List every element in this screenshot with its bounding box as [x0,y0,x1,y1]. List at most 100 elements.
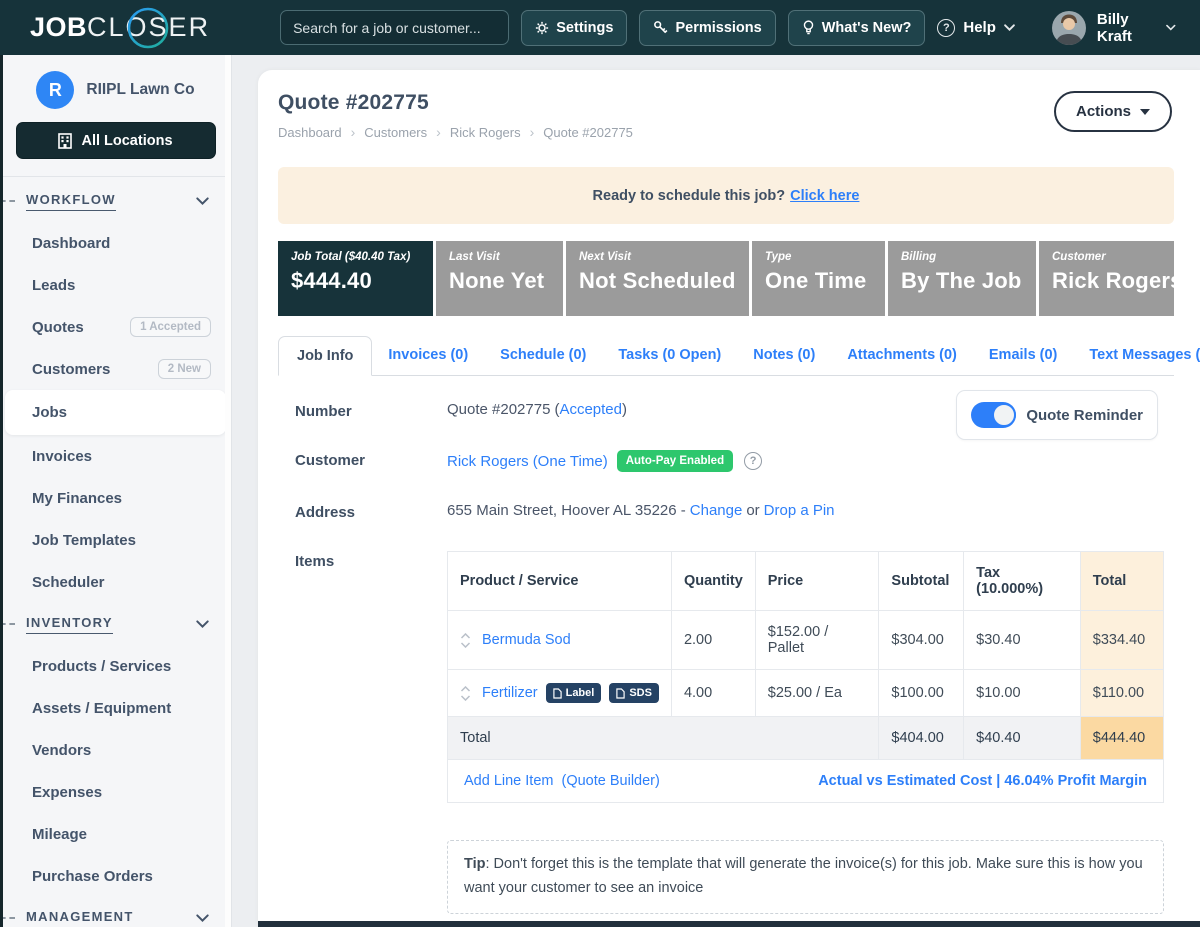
schedule-banner: Ready to schedule this job? Click here [278,167,1174,224]
user-menu[interactable]: Billy Kraft [1097,11,1176,45]
table-row: Bermuda Sod 2.00 $152.00 / Pallet $304.0… [448,611,1164,670]
breadcrumb: Dashboard Customers Rick Rogers Quote #2… [278,124,633,140]
tab-bar: Job Info Invoices (0) Schedule (0) Tasks… [278,336,1174,376]
banner-text: Ready to schedule this job? [593,188,786,204]
whats-new-button[interactable]: What's New? [788,10,926,46]
sidebar-item-job-templates[interactable]: Job Templates [0,519,231,561]
badge-label: Label [566,687,595,699]
help-menu[interactable]: ? Help [937,19,1015,37]
sidebar-item-quotes[interactable]: Quotes1 Accepted [0,306,231,348]
sidebar-scrollbar[interactable] [225,55,231,927]
actual-vs-estimated-cost-link[interactable]: Actual vs Estimated Cost | 46.04% Profit… [818,773,1147,789]
horizontal-scrollbar[interactable] [258,921,1200,927]
section-label: INVENTORY [26,615,113,634]
item-label: Scheduler [32,574,105,591]
stat-value: Not Scheduled [579,268,736,294]
customer-type-link[interactable]: (One Time) [533,453,608,470]
tab-attachments[interactable]: Attachments (0) [831,336,973,375]
section-label: MANAGEMENT [26,909,134,927]
product-link[interactable]: Bermuda Sod [482,632,571,648]
settings-button[interactable]: Settings [521,10,627,46]
quantity-cell: 4.00 [671,670,755,717]
tab-tasks[interactable]: Tasks (0 Open) [602,336,737,375]
customer-row: Customer Rick Rogers (One Time) Auto-Pay… [278,435,1186,487]
totals-tax: $40.40 [964,717,1081,760]
totals-row: Total $404.00 $40.40 $444.40 [448,717,1164,760]
chevron-down-icon [196,197,209,205]
key-icon [653,20,668,35]
add-line-item-link[interactable]: Add Line Item [464,773,553,789]
company-name: RIIPL Lawn Co [86,81,194,99]
toggle-knob [992,403,1016,427]
sidebar-item-purchase-orders[interactable]: Purchase Orders [0,855,231,897]
sidebar-section-inventory[interactable]: INVENTORY [0,603,231,645]
sds-document-badge[interactable]: SDS [609,683,659,703]
user-avatar[interactable] [1052,11,1086,45]
stat-label: Last Visit [449,251,550,263]
sidebar-item-jobs[interactable]: Jobs [5,390,226,435]
tab-emails[interactable]: Emails (0) [973,336,1074,375]
tab-job-info[interactable]: Job Info [278,336,372,376]
reorder-handle[interactable] [460,633,471,648]
sidebar-item-dashboard[interactable]: Dashboard [0,222,231,264]
sidebar-item-invoices[interactable]: Invoices [0,435,231,477]
items-label: Items [278,551,447,570]
avatar-image [1052,11,1086,45]
breadcrumb-rick-rogers[interactable]: Rick Rogers [450,124,534,140]
sidebar-item-products-services[interactable]: Products / Services [0,645,231,687]
total-cell: $334.40 [1080,611,1163,670]
sidebar-item-customers[interactable]: Customers2 New [0,348,231,390]
search-input[interactable] [280,10,509,45]
stats-bar: Job Total ($40.40 Tax) $444.40 Last Visi… [278,241,1174,316]
drop-a-pin-link[interactable]: Drop a Pin [764,502,835,519]
sidebar-item-assets-equipment[interactable]: Assets / Equipment [0,687,231,729]
permissions-button[interactable]: Permissions [639,10,775,46]
logo-text-light: CLOSER [87,12,210,43]
address-change-link[interactable]: Change [690,502,743,519]
page-title: Quote #202775 [278,91,633,115]
tab-notes[interactable]: Notes (0) [737,336,831,375]
user-name: Billy Kraft [1097,11,1159,45]
stat-value: None Yet [449,268,550,294]
gear-icon [535,21,549,35]
sidebar-item-my-finances[interactable]: My Finances [0,477,231,519]
label-document-badge[interactable]: Label [546,683,602,703]
chevron-down-icon [460,642,471,648]
sidebar-section-management[interactable]: MANAGEMENT [0,897,231,927]
chevron-down-icon [460,695,471,701]
quote-reminder-label: Quote Reminder [1026,407,1143,424]
reorder-handle[interactable] [460,686,471,701]
breadcrumb-customers[interactable]: Customers [364,124,441,140]
quote-reminder-toggle[interactable] [971,402,1016,428]
actions-button[interactable]: Actions [1054,91,1172,132]
tax-cell: $10.00 [964,670,1081,717]
breadcrumb-current: Quote #202775 [543,125,633,140]
accepted-status-link[interactable]: Accepted [559,401,622,418]
sidebar-item-vendors[interactable]: Vendors [0,729,231,771]
quote-builder-link[interactable]: (Quote Builder) [562,773,660,789]
quantity-cell: 2.00 [671,611,755,670]
sidebar-section-workflow[interactable]: WORKFLOW [0,180,231,222]
all-locations-button[interactable]: All Locations [16,122,216,159]
tab-invoices[interactable]: Invoices (0) [372,336,484,375]
item-label: Products / Services [32,658,171,675]
customer-name-link[interactable]: Rick Rogers [447,453,529,470]
stat-value: Rick Rogers [1052,268,1161,294]
stat-value: One Time [765,268,872,294]
left-edge-scrollbar [0,55,3,927]
banner-click-here-link[interactable]: Click here [790,188,859,204]
breadcrumb-dashboard[interactable]: Dashboard [278,124,355,140]
stat-label: Type [765,251,872,263]
tab-schedule[interactable]: Schedule (0) [484,336,602,375]
sidebar: R RIIPL Lawn Co All Locations WORKFLOW D… [0,55,232,927]
product-link[interactable]: Fertilizer [482,685,538,701]
chevron-up-icon [460,633,471,639]
number-label: Number [278,401,447,420]
autopay-info-icon[interactable]: ? [744,452,762,470]
sidebar-item-expenses[interactable]: Expenses [0,771,231,813]
sidebar-item-mileage[interactable]: Mileage [0,813,231,855]
sidebar-item-scheduler[interactable]: Scheduler [0,561,231,603]
sidebar-item-leads[interactable]: Leads [0,264,231,306]
tip-text: : Don't forget this is the template that… [464,856,1143,896]
tab-text-messages[interactable]: Text Messages (0) [1073,336,1200,375]
